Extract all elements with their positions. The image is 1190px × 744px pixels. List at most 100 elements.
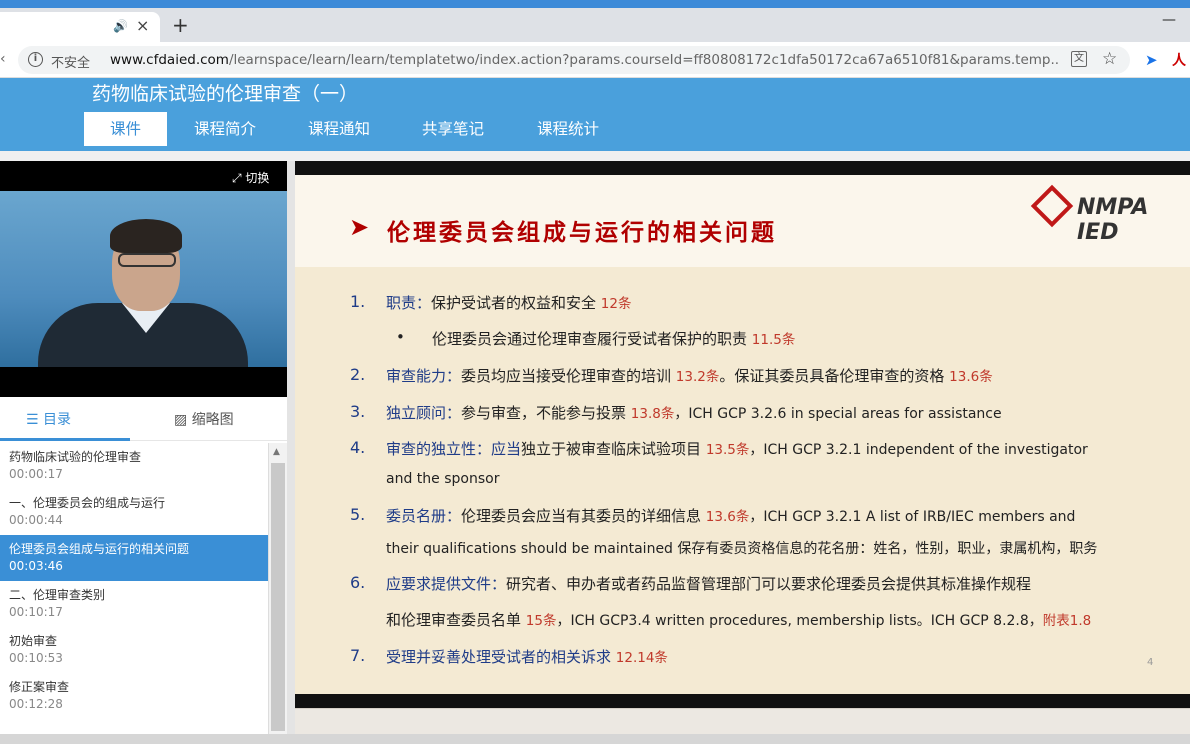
tab-strip: 🔊 × + — [0, 8, 1190, 42]
slide-letterbox-top [295, 161, 1190, 175]
url-path: /learnspace/learn/learn/templatetwo/inde… [228, 52, 1060, 68]
toc-item-time: 00:00:44 [9, 513, 63, 527]
tab-notice[interactable]: 课程通知 [296, 112, 382, 146]
url-host: www.cfdaied.com [110, 52, 229, 68]
slide-line: 审查的独立性：应当独立于被审查临床试验项目 13.5条，ICH GCP 3.2.… [386, 438, 1088, 459]
slide-letterbox-bottom [295, 694, 1190, 708]
item-text: ，ICH GCP 3.2.1 A list of IRB/IEC members… [749, 509, 1076, 525]
slide: ➤ 伦理委员会组成与运行的相关问题 NMPA IED 1. 职责：保护受试者的权… [295, 175, 1190, 694]
left-panel: ⤢ 切换 ☰ 目录 ▨ 缩略图 药物临床试验的伦理审查 00:00:17 一、伦理… [0, 161, 287, 734]
toc-item-time: 00:12:28 [9, 697, 63, 711]
toc-item-active[interactable]: 伦理委员会组成与运行的相关问题 00:03:46 [0, 535, 268, 581]
toc-item-title: 伦理委员会组成与运行的相关问题 [9, 542, 190, 556]
item-label: 独立顾问： [386, 404, 462, 422]
active-tab-underline [0, 438, 130, 441]
nmpa-logo-text: NMPA IED [1077, 195, 1149, 245]
course-title: 药物临床试验的伦理审查（一） [92, 83, 359, 105]
lecturer-video-frame [0, 191, 287, 367]
item-text: ，ICH GCP 3.2.6 in special areas for assi… [674, 406, 1002, 422]
star-icon[interactable]: ☆ [1102, 49, 1117, 69]
security-label[interactable]: 不安全 [51, 52, 90, 71]
toc-item-time: 00:00:17 [9, 467, 63, 481]
title-arrow-icon: ➤ [349, 213, 370, 241]
toc-item-time: 00:03:46 [9, 559, 63, 573]
extension-icon[interactable]: 人 [1172, 50, 1186, 70]
slide-viewer: ➤ 伦理委员会组成与运行的相关问题 NMPA IED 1. 职责：保护受试者的权… [295, 161, 1190, 734]
scroll-up-icon[interactable]: ▲ [273, 447, 280, 457]
slide-line: 职责：保护受试者的权益和安全 12条 [386, 292, 631, 313]
tab-thumbnails[interactable]: ▨ 缩略图 [174, 409, 234, 429]
browser-tab[interactable]: 🔊 × [0, 12, 160, 42]
toc-item[interactable]: 初始审查 00:10:53 [0, 627, 268, 673]
extension-icon[interactable]: ➤ [1145, 51, 1158, 69]
slide-line: 委员名册：伦理委员会应当有其委员的详细信息 13.6条，ICH GCP 3.2.… [386, 505, 1075, 526]
speaker-icon[interactable]: 🔊 [113, 19, 128, 33]
video-player[interactable]: ⤢ 切换 [0, 161, 287, 397]
item-ref: 13.8条 [630, 406, 675, 422]
item-number: 5. [350, 505, 366, 524]
close-tab-icon[interactable]: × [136, 16, 149, 35]
item-text: 伦理委员会应当有其委员的详细信息 [461, 507, 706, 525]
item-text: 。保证其委员具备伦理审查的资格 [719, 367, 950, 385]
scroll-thumb[interactable] [271, 463, 285, 731]
thumbnails-label: 缩略图 [191, 412, 234, 428]
item-number: 7. [350, 646, 366, 665]
item-ref: 13.6条 [705, 509, 750, 525]
slide-line: 伦理委员会通过伦理审查履行受试者保护的职责 11.5条 [432, 328, 795, 349]
item-label: 应要求提供文件： [386, 575, 507, 593]
address-bar-row: ‹ i 不安全 www.cfdaied.com/learnspace/learn… [0, 42, 1190, 78]
window-top-bar [0, 0, 1190, 8]
tab-catalog[interactable]: ☰ 目录 [26, 409, 71, 429]
toc-item[interactable]: 一、伦理委员会的组成与运行 00:00:44 [0, 489, 268, 535]
toc-item-title: 药物临床试验的伦理审查 [9, 450, 142, 464]
item-ref: 13.6条 [949, 369, 993, 385]
tab-statistics[interactable]: 课程统计 [525, 112, 611, 146]
site-header: 药物临床试验的伦理审查（一） 课件 课程简介 课程通知 共享笔记 课程统计 [0, 78, 1190, 151]
toc-item-title: 初始审查 [9, 634, 58, 648]
info-icon[interactable]: i [28, 52, 43, 67]
switch-button[interactable]: ⤢ 切换 [232, 169, 269, 186]
bottom-bar [0, 734, 1190, 744]
lecturer-glasses [118, 253, 176, 267]
toc-item-title: 一、伦理委员会的组成与运行 [9, 496, 166, 510]
item-number: 2. [350, 365, 366, 384]
toc-item-title: 二、伦理审查类别 [9, 588, 106, 602]
item-ref: 附表1.8 [1042, 613, 1092, 629]
item-ref: 12条 [600, 296, 632, 312]
item-text: 伦理委员会通过伦理审查履行受试者保护的职责 [432, 330, 752, 348]
item-text: 独立于被审查临床试验项目 [521, 440, 706, 458]
slide-line-continued: and the sponsor [386, 471, 500, 487]
slide-page-number: 4 [1147, 657, 1154, 668]
tab-courseware[interactable]: 课件 [84, 112, 167, 146]
toc-item[interactable]: 二、伦理审查类别 00:10:17 [0, 581, 268, 627]
toc-item-time: 00:10:53 [9, 651, 63, 665]
toc-scrollbar[interactable]: ▲ [268, 443, 287, 734]
item-text: ，ICH GCP 3.2.1 independent of the invest… [749, 442, 1088, 458]
item-label: 委员名册： [386, 507, 462, 525]
catalog-label: 目录 [43, 412, 72, 428]
toc-item[interactable]: 药物临床试验的伦理审查 00:00:17 [0, 443, 268, 489]
new-tab-button[interactable]: + [172, 13, 189, 37]
omnibox[interactable]: i 不安全 www.cfdaied.com/learnspace/learn/l… [18, 46, 1130, 74]
tab-intro[interactable]: 课程简介 [182, 112, 268, 146]
tab-shared-notes[interactable]: 共享笔记 [410, 112, 496, 146]
image-icon: ▨ [174, 412, 192, 428]
toc-item[interactable]: 修正案审查 00:12:28 [0, 673, 268, 719]
item-text: ，ICH GCP3.4 written procedures, membersh… [556, 613, 1043, 629]
translate-icon[interactable]: 文 [1071, 51, 1087, 67]
item-label: 受理并妥善处理受试者的相关诉求 [386, 648, 616, 666]
item-text: 和伦理审查委员名单 [386, 611, 526, 629]
slide-footer-pattern [295, 708, 1190, 734]
item-text: 保护受试者的权益和安全 [431, 294, 601, 312]
slide-line-continued: their qualifications should be maintaine… [386, 541, 1098, 557]
item-label: 应当 [491, 440, 522, 458]
slide-title: 伦理委员会组成与运行的相关问题 [387, 219, 777, 246]
item-number: 6. [350, 573, 366, 592]
panel-splitter[interactable] [287, 161, 295, 734]
minimize-button[interactable]: — [1162, 12, 1176, 28]
item-number: 3. [350, 402, 366, 421]
item-ref: 13.2条 [675, 369, 720, 385]
back-arrow-icon[interactable]: ‹ [0, 51, 6, 67]
item-ref: 15条 [525, 613, 557, 629]
url-text[interactable]: www.cfdaied.com/learnspace/learn/learn/t… [110, 52, 1060, 68]
